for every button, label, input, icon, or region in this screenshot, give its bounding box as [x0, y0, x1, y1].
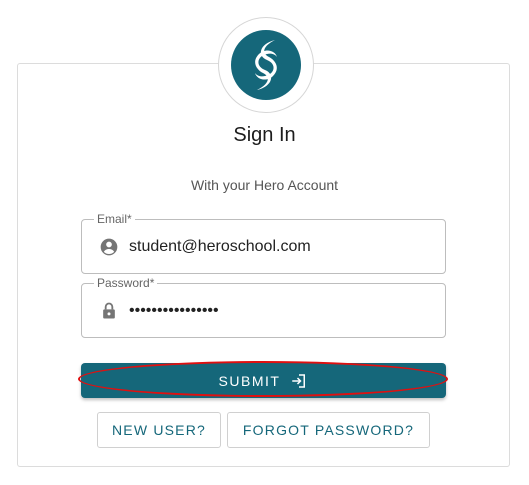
new-user-button[interactable]: NEW USER? [97, 412, 221, 448]
email-input[interactable] [129, 234, 429, 260]
hero-wave-logo-icon [231, 30, 301, 100]
lock-icon [103, 302, 115, 319]
password-input[interactable] [129, 298, 429, 324]
password-label: Password* [94, 276, 158, 290]
submit-label: SUBMIT [218, 372, 281, 389]
email-label: Email* [94, 212, 135, 226]
page-title: Sign In [233, 124, 296, 146]
page-subtitle: With your Hero Account [190, 177, 339, 193]
submit-button[interactable]: SUBMIT [81, 363, 446, 398]
password-field[interactable]: Password* [81, 276, 446, 338]
forgot-password-button[interactable]: FORGOT PASSWORD? [227, 412, 430, 448]
account-circle-icon [100, 238, 118, 256]
login-icon [292, 373, 306, 388]
hero-logo [218, 17, 314, 113]
email-field[interactable]: Email* [81, 212, 446, 274]
